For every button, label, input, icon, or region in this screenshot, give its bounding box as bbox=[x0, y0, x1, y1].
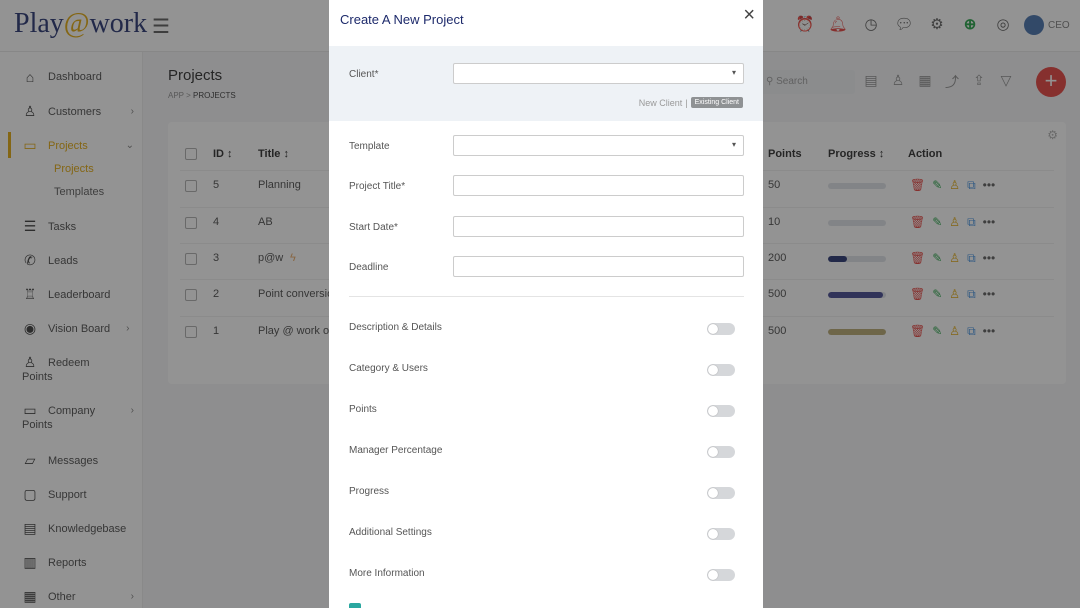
client-links: New Client | Existing Client bbox=[639, 97, 743, 108]
client-select[interactable]: ▾ bbox=[453, 63, 744, 84]
create-project-modal: Create A New Project × Client* ▾ New Cli… bbox=[329, 0, 763, 608]
section-toggle[interactable] bbox=[707, 487, 735, 499]
toggle-knob bbox=[708, 406, 718, 416]
template-select[interactable]: ▾ bbox=[453, 135, 744, 156]
section-label: Additional Settings bbox=[349, 527, 432, 538]
client-label: Client* bbox=[349, 69, 379, 80]
toggle-knob bbox=[708, 529, 718, 539]
close-icon[interactable]: × bbox=[743, 4, 755, 27]
checkbox-partial[interactable] bbox=[349, 603, 361, 608]
section-label: Progress bbox=[349, 486, 390, 497]
section-toggle[interactable] bbox=[707, 405, 735, 417]
link-separator: | bbox=[685, 97, 688, 108]
existing-client-button[interactable]: Existing Client bbox=[690, 97, 743, 108]
section-toggle[interactable] bbox=[707, 323, 735, 335]
divider bbox=[349, 296, 744, 297]
start-date-field[interactable] bbox=[453, 216, 744, 237]
section-label: More Information bbox=[349, 568, 425, 579]
toggle-knob bbox=[708, 447, 718, 457]
project-title-field[interactable] bbox=[453, 175, 744, 196]
modal-title: Create A New Project bbox=[340, 12, 464, 27]
section-toggle[interactable] bbox=[707, 446, 735, 458]
deadline-label: Deadline bbox=[349, 262, 389, 273]
chevron-down-icon: ▾ bbox=[731, 68, 736, 77]
section-label: Manager Percentage bbox=[349, 445, 443, 456]
new-client-link[interactable]: New Client bbox=[639, 98, 683, 108]
toggle-knob bbox=[708, 488, 718, 498]
template-label: Template bbox=[349, 141, 390, 152]
section-label: Points bbox=[349, 404, 377, 415]
toggle-knob bbox=[708, 570, 718, 580]
section-toggle[interactable] bbox=[707, 364, 735, 376]
chevron-down-icon: ▾ bbox=[731, 140, 736, 149]
toggle-knob bbox=[708, 365, 718, 375]
start-date-label: Start Date* bbox=[349, 222, 398, 233]
project-title-label: Project Title* bbox=[349, 181, 406, 192]
section-label: Category & Users bbox=[349, 363, 428, 374]
toggle-knob bbox=[708, 324, 718, 334]
section-label: Description & Details bbox=[349, 322, 442, 333]
section-toggle[interactable] bbox=[707, 528, 735, 540]
section-toggle[interactable] bbox=[707, 569, 735, 581]
deadline-field[interactable] bbox=[453, 256, 744, 277]
